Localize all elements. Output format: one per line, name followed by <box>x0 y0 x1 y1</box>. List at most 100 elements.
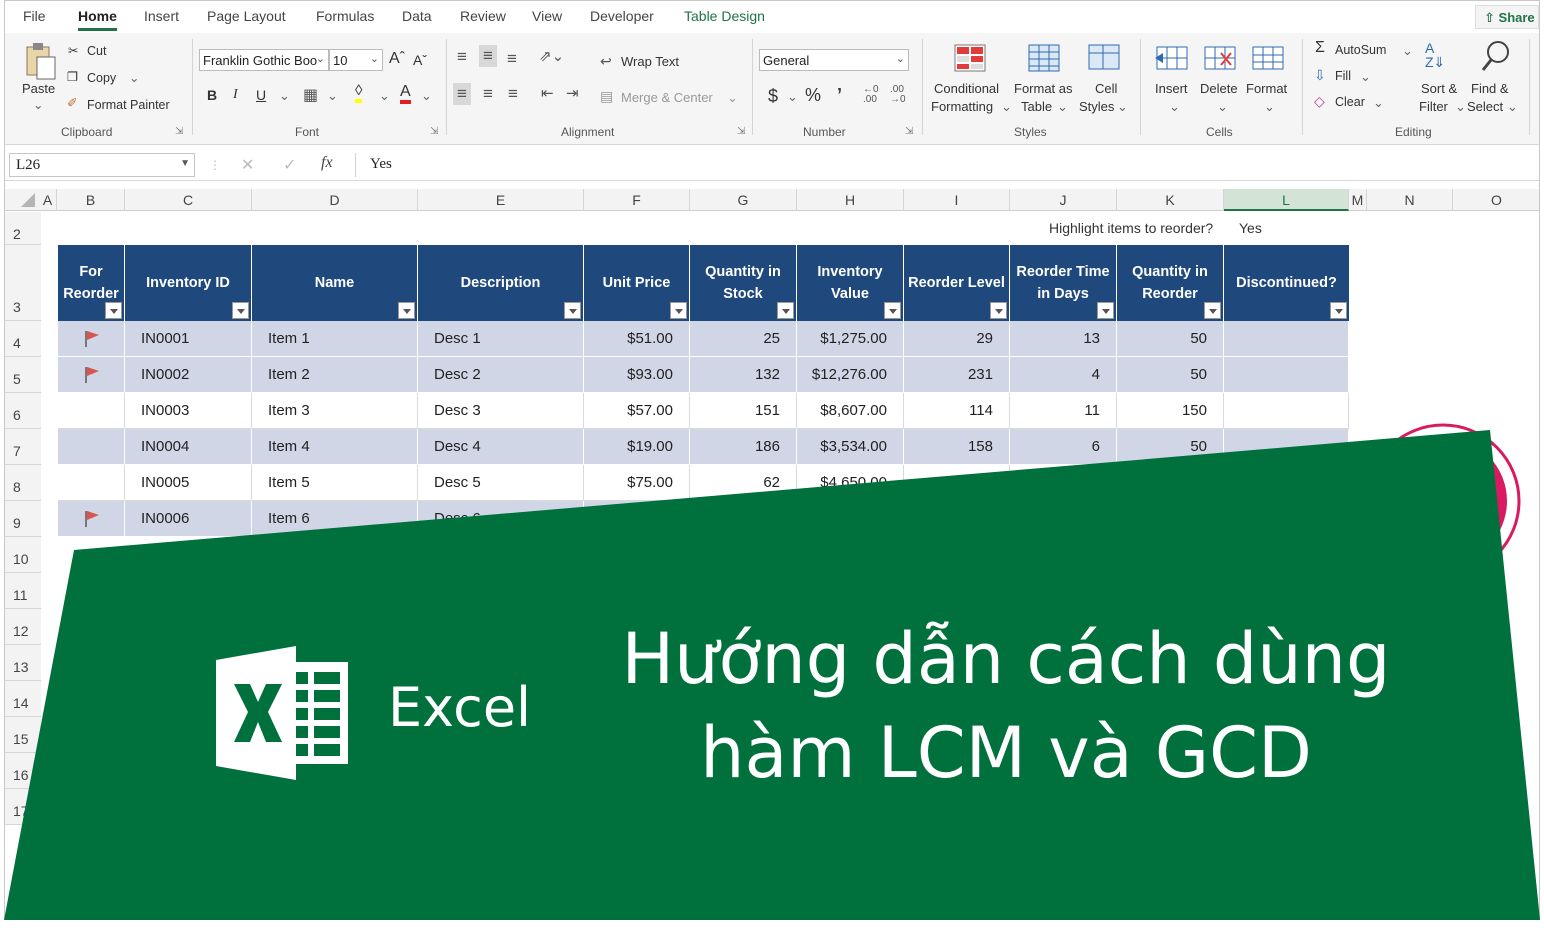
percent-icon[interactable]: % <box>805 85 821 106</box>
decrease-decimal-icon[interactable]: .00 →0 <box>890 85 906 105</box>
table-cell-disc[interactable] <box>1224 357 1349 393</box>
paste-button[interactable]: Paste <box>22 81 55 96</box>
row-header[interactable]: 16 <box>5 753 41 789</box>
tab-file[interactable]: File <box>23 8 46 24</box>
table-cell-desc[interactable]: Desc 1 <box>418 321 584 357</box>
table-cell-level[interactable]: 29 <box>904 321 1010 357</box>
paste-icon[interactable] <box>23 41 57 81</box>
table-header-cell[interactable]: Inventory ID <box>125 245 252 321</box>
table-cell-name[interactable]: Item 2 <box>252 357 418 393</box>
table-cell-id[interactable]: IN0005 <box>125 465 252 501</box>
tab-page-layout[interactable]: Page Layout <box>207 8 286 24</box>
table-cell-value[interactable] <box>797 501 904 537</box>
autosum-button[interactable]: AutoSum <box>1335 43 1386 57</box>
font-launcher-icon[interactable]: ⇲ <box>430 126 438 137</box>
column-header[interactable]: D <box>252 189 418 211</box>
align-left-icon[interactable]: ≡ <box>453 83 471 105</box>
wrap-text-button[interactable]: Wrap Text <box>621 54 679 69</box>
align-right-icon[interactable]: ≡ <box>508 84 518 104</box>
table-cell-name[interactable]: Item 5 <box>252 465 418 501</box>
column-header[interactable]: I <box>904 189 1010 211</box>
table-cell-disc[interactable] <box>1224 393 1349 429</box>
table-cell-name[interactable]: Item 3 <box>252 393 418 429</box>
tab-view[interactable]: View <box>532 8 562 24</box>
decrease-indent-icon[interactable]: ⇤ <box>541 84 554 102</box>
tab-table-design[interactable]: Table Design <box>684 8 765 24</box>
row-header[interactable]: 14 <box>5 681 41 717</box>
filter-dropdown-icon[interactable] <box>105 302 122 319</box>
row-header[interactable]: 2 <box>5 212 41 245</box>
table-cell-qty[interactable]: 62 <box>690 465 797 501</box>
delete-cells-button[interactable]: Delete <box>1200 81 1238 96</box>
table-cell-level[interactable] <box>904 501 1010 537</box>
table-cell-days[interactable]: 13 <box>1010 321 1117 357</box>
row-header[interactable]: 12 <box>5 609 41 645</box>
formula-input[interactable]: Yes <box>355 153 1535 177</box>
table-cell-desc[interactable]: Desc 5 <box>418 465 584 501</box>
cancel-icon[interactable]: ✕ <box>241 155 254 175</box>
align-middle-icon[interactable]: ≡ <box>479 45 497 67</box>
table-cell-flag[interactable] <box>58 501 125 537</box>
table-cell-qty[interactable]: 151 <box>690 393 797 429</box>
increase-decimal-icon[interactable]: ←0.00 <box>863 85 879 105</box>
table-cell-disc[interactable] <box>1224 321 1349 357</box>
table-cell-price[interactable] <box>584 501 690 537</box>
filter-dropdown-icon[interactable] <box>884 302 901 319</box>
column-header[interactable]: J <box>1010 189 1117 211</box>
font-size-select[interactable]: 10 ⌄ <box>329 49 383 71</box>
column-header[interactable]: H <box>797 189 904 211</box>
table-cell-desc[interactable]: Desc 4 <box>418 429 584 465</box>
table-cell-reorder[interactable]: 150 <box>1117 393 1224 429</box>
filter-dropdown-icon[interactable] <box>398 302 415 319</box>
increase-font-icon[interactable]: Aˆ <box>389 50 405 68</box>
table-cell-level[interactable]: 158 <box>904 429 1010 465</box>
number-launcher-icon[interactable]: ⇲ <box>905 126 913 137</box>
clipboard-launcher-icon[interactable]: ⇲ <box>175 126 183 137</box>
table-cell-qty[interactable]: 25 <box>690 321 797 357</box>
table-cell-desc[interactable]: Desc 3 <box>418 393 584 429</box>
filter-dropdown-icon[interactable] <box>1097 302 1114 319</box>
table-header-cell[interactable]: Quantity in Stock <box>690 245 797 321</box>
table-cell-reorder[interactable]: 50 <box>1117 321 1224 357</box>
table-cell-days[interactable] <box>1010 465 1117 501</box>
insert-cells-button[interactable]: Insert <box>1155 81 1188 96</box>
column-header[interactable]: F <box>584 189 690 211</box>
column-header[interactable]: K <box>1117 189 1224 211</box>
italic-icon[interactable]: I <box>233 87 238 103</box>
table-cell-disc[interactable] <box>1224 429 1349 465</box>
table-header-cell[interactable]: Unit Price <box>584 245 690 321</box>
table-header-cell[interactable]: Reorder Level <box>904 245 1010 321</box>
table-cell-flag[interactable] <box>58 393 125 429</box>
tab-data[interactable]: Data <box>402 8 432 24</box>
table-cell-value[interactable]: $8,607.00 <box>797 393 904 429</box>
table-header-cell[interactable]: Quantity in Reorder <box>1117 245 1224 321</box>
highlight-value-cell[interactable]: Yes <box>1239 220 1262 236</box>
underline-icon[interactable]: U <box>256 87 266 103</box>
tab-formulas[interactable]: Formulas <box>316 8 374 24</box>
format-cells-button[interactable]: Format <box>1246 81 1287 96</box>
table-cell-value[interactable]: $12,276.00 <box>797 357 904 393</box>
merge-center-button[interactable]: Merge & Center <box>621 90 713 105</box>
insert-function-icon[interactable]: fx <box>321 154 333 172</box>
comma-style-icon[interactable]: ’ <box>837 85 842 106</box>
table-cell-id[interactable]: IN0003 <box>125 393 252 429</box>
table-cell-level[interactable] <box>904 465 1010 501</box>
row-header[interactable]: 13 <box>5 645 41 681</box>
tab-review[interactable]: Review <box>460 8 506 24</box>
table-cell-reorder[interactable]: 50 <box>1117 429 1224 465</box>
table-cell-id[interactable]: IN0002 <box>125 357 252 393</box>
row-header[interactable]: 6 <box>5 393 41 429</box>
column-header[interactable]: N <box>1367 189 1453 211</box>
cell-styles-button[interactable]: Cell <box>1095 81 1117 96</box>
underline-dropdown-icon[interactable]: ⌄ <box>279 88 290 104</box>
table-cell-value[interactable]: $1,275.00 <box>797 321 904 357</box>
table-header-cell[interactable]: Description <box>418 245 584 321</box>
format-as-table-button[interactable]: Format as <box>1014 81 1073 96</box>
format-painter-button[interactable]: Format Painter <box>87 98 170 112</box>
table-cell-disc[interactable] <box>1224 465 1349 501</box>
filter-dropdown-icon[interactable] <box>670 302 687 319</box>
column-header[interactable]: E <box>418 189 584 211</box>
borders-icon[interactable]: ▦ <box>303 85 318 105</box>
table-cell-flag[interactable] <box>58 465 125 501</box>
table-cell-price[interactable]: $19.00 <box>584 429 690 465</box>
